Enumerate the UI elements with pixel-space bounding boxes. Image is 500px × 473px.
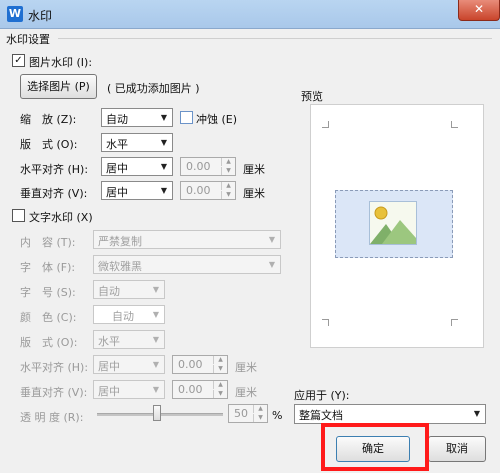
picture-valign-value: 居中 [106, 186, 128, 199]
size-dropdown[interactable]: 自动 ▼ [93, 280, 165, 299]
text-valign-value: 居中 [98, 385, 120, 398]
spin-up-icon[interactable]: ▲ [221, 182, 235, 190]
transparency-value: 50 [234, 407, 248, 420]
text-halign-offset: 0.00 [178, 358, 203, 371]
spin-up-icon[interactable]: ▲ [221, 158, 235, 166]
transparency-unit: % [272, 409, 283, 422]
picture-valign-label: 垂直对齐 (V): [20, 187, 88, 200]
chevron-down-icon: ▼ [160, 186, 168, 195]
transparency-label: 透 明 度 (R): [20, 411, 84, 424]
picture-status-text: ( 已成功添加图片 ) [107, 82, 200, 95]
text-layout-value: 水平 [98, 335, 120, 348]
font-label: 字 体 (F): [20, 261, 76, 274]
size-label: 字 号 (S): [20, 286, 76, 299]
content-dropdown[interactable]: 严禁复制 ▼ [93, 230, 281, 249]
text-valign-unit: 厘米 [235, 386, 257, 399]
text-halign-unit: 厘米 [235, 361, 257, 374]
picture-watermark-label: 图片水印 (I): [29, 56, 93, 69]
transparency-slider-thumb[interactable] [153, 405, 161, 421]
chevron-down-icon: ▼ [152, 310, 160, 319]
picture-valign-dropdown[interactable]: 居中 ▼ [101, 181, 173, 200]
font-dropdown[interactable]: 微软雅黑 ▼ [93, 255, 281, 274]
washout-checkbox[interactable] [180, 111, 193, 124]
picture-valign-unit: 厘米 [243, 187, 265, 200]
size-value: 自动 [98, 285, 120, 298]
picture-layout-label: 版 式 (O): [20, 138, 78, 151]
text-valign-label: 垂直对齐 (V): [20, 386, 88, 399]
text-valign-dropdown[interactable]: 居中 ▼ [93, 380, 165, 399]
chevron-down-icon: ▼ [152, 360, 160, 369]
content-label: 内 容 (T): [20, 236, 76, 249]
margin-corner-mark [322, 319, 329, 326]
picture-halign-spinner[interactable]: 0.00 ▲ ▼ [180, 157, 236, 176]
picture-halign-unit: 厘米 [243, 163, 265, 176]
spin-up-icon[interactable]: ▲ [253, 405, 267, 413]
margin-corner-mark [322, 121, 329, 128]
text-halign-label: 水平对齐 (H): [20, 361, 89, 374]
spin-down-icon[interactable]: ▼ [253, 414, 267, 422]
color-value: 自动 [112, 310, 134, 323]
washout-label: 冲蚀 (E) [196, 113, 238, 126]
scale-dropdown[interactable]: 自动 ▼ [101, 108, 173, 127]
picture-halign-dropdown[interactable]: 居中 ▼ [101, 157, 173, 176]
text-halign-dropdown[interactable]: 居中 ▼ [93, 355, 165, 374]
font-value: 微软雅黑 [98, 260, 142, 273]
chevron-down-icon: ▼ [160, 138, 168, 147]
wps-app-icon: W [7, 6, 23, 22]
text-watermark-checkbox[interactable] [12, 209, 25, 222]
chevron-down-icon: ▼ [152, 285, 160, 294]
color-dropdown[interactable]: 自动 ▼ [93, 305, 165, 324]
spin-down-icon[interactable]: ▼ [221, 167, 235, 175]
text-layout-dropdown[interactable]: 水平 ▼ [93, 330, 165, 349]
scale-value: 自动 [106, 113, 128, 126]
chevron-down-icon: ▼ [473, 409, 481, 418]
spin-down-icon[interactable]: ▼ [221, 191, 235, 199]
text-valign-spinner[interactable]: 0.00 ▲ ▼ [172, 380, 228, 399]
picture-layout-value: 水平 [106, 138, 128, 151]
apply-to-dropdown[interactable]: 整篇文档 ▼ [294, 404, 486, 424]
picture-halign-label: 水平对齐 (H): [20, 163, 89, 176]
margin-corner-mark [451, 121, 458, 128]
highlight-annotation [321, 423, 429, 471]
color-label: 颜 色 (C): [20, 311, 77, 324]
chevron-down-icon: ▼ [152, 335, 160, 344]
spin-down-icon[interactable]: ▼ [213, 365, 227, 373]
picture-layout-dropdown[interactable]: 水平 ▼ [101, 133, 173, 152]
picture-valign-offset: 0.00 [186, 184, 211, 197]
chevron-down-icon: ▼ [268, 260, 276, 269]
apply-to-value: 整篇文档 [299, 409, 343, 422]
section-divider [58, 38, 492, 39]
chevron-down-icon: ▼ [268, 235, 276, 244]
transparency-spinner[interactable]: 50 ▲ ▼ [228, 404, 268, 423]
chevron-down-icon: ▼ [152, 385, 160, 394]
title-bar: W 水印 ✕ [0, 0, 500, 29]
picture-watermark-checkbox[interactable]: ✓ [12, 54, 25, 67]
text-valign-offset: 0.00 [178, 383, 203, 396]
chevron-down-icon: ▼ [160, 113, 168, 122]
content-value: 严禁复制 [98, 235, 142, 248]
preview-label: 预览 [301, 90, 323, 103]
window-title: 水印 [28, 9, 53, 23]
apply-to-label: 应用于 (Y): [294, 389, 350, 402]
picture-valign-spinner[interactable]: 0.00 ▲ ▼ [180, 181, 236, 200]
spin-down-icon[interactable]: ▼ [213, 390, 227, 398]
text-halign-spinner[interactable]: 0.00 ▲ ▼ [172, 355, 228, 374]
chevron-down-icon: ▼ [160, 162, 168, 171]
spin-up-icon[interactable]: ▲ [213, 356, 227, 364]
picture-halign-offset: 0.00 [186, 160, 211, 173]
spin-up-icon[interactable]: ▲ [213, 381, 227, 389]
text-watermark-label: 文字水印 (X) [29, 211, 93, 224]
close-button[interactable]: ✕ [458, 0, 500, 21]
picture-halign-value: 居中 [106, 162, 128, 175]
select-picture-button[interactable]: 选择图片 (P) [20, 74, 97, 99]
picture-placeholder-icon [369, 201, 417, 245]
text-halign-value: 居中 [98, 360, 120, 373]
text-layout-label: 版 式 (O): [20, 336, 78, 349]
section-title: 水印设置 [6, 33, 50, 46]
cancel-button[interactable]: 取消 [428, 436, 486, 462]
margin-corner-mark [451, 319, 458, 326]
scale-label: 缩 放 (Z): [20, 113, 77, 126]
